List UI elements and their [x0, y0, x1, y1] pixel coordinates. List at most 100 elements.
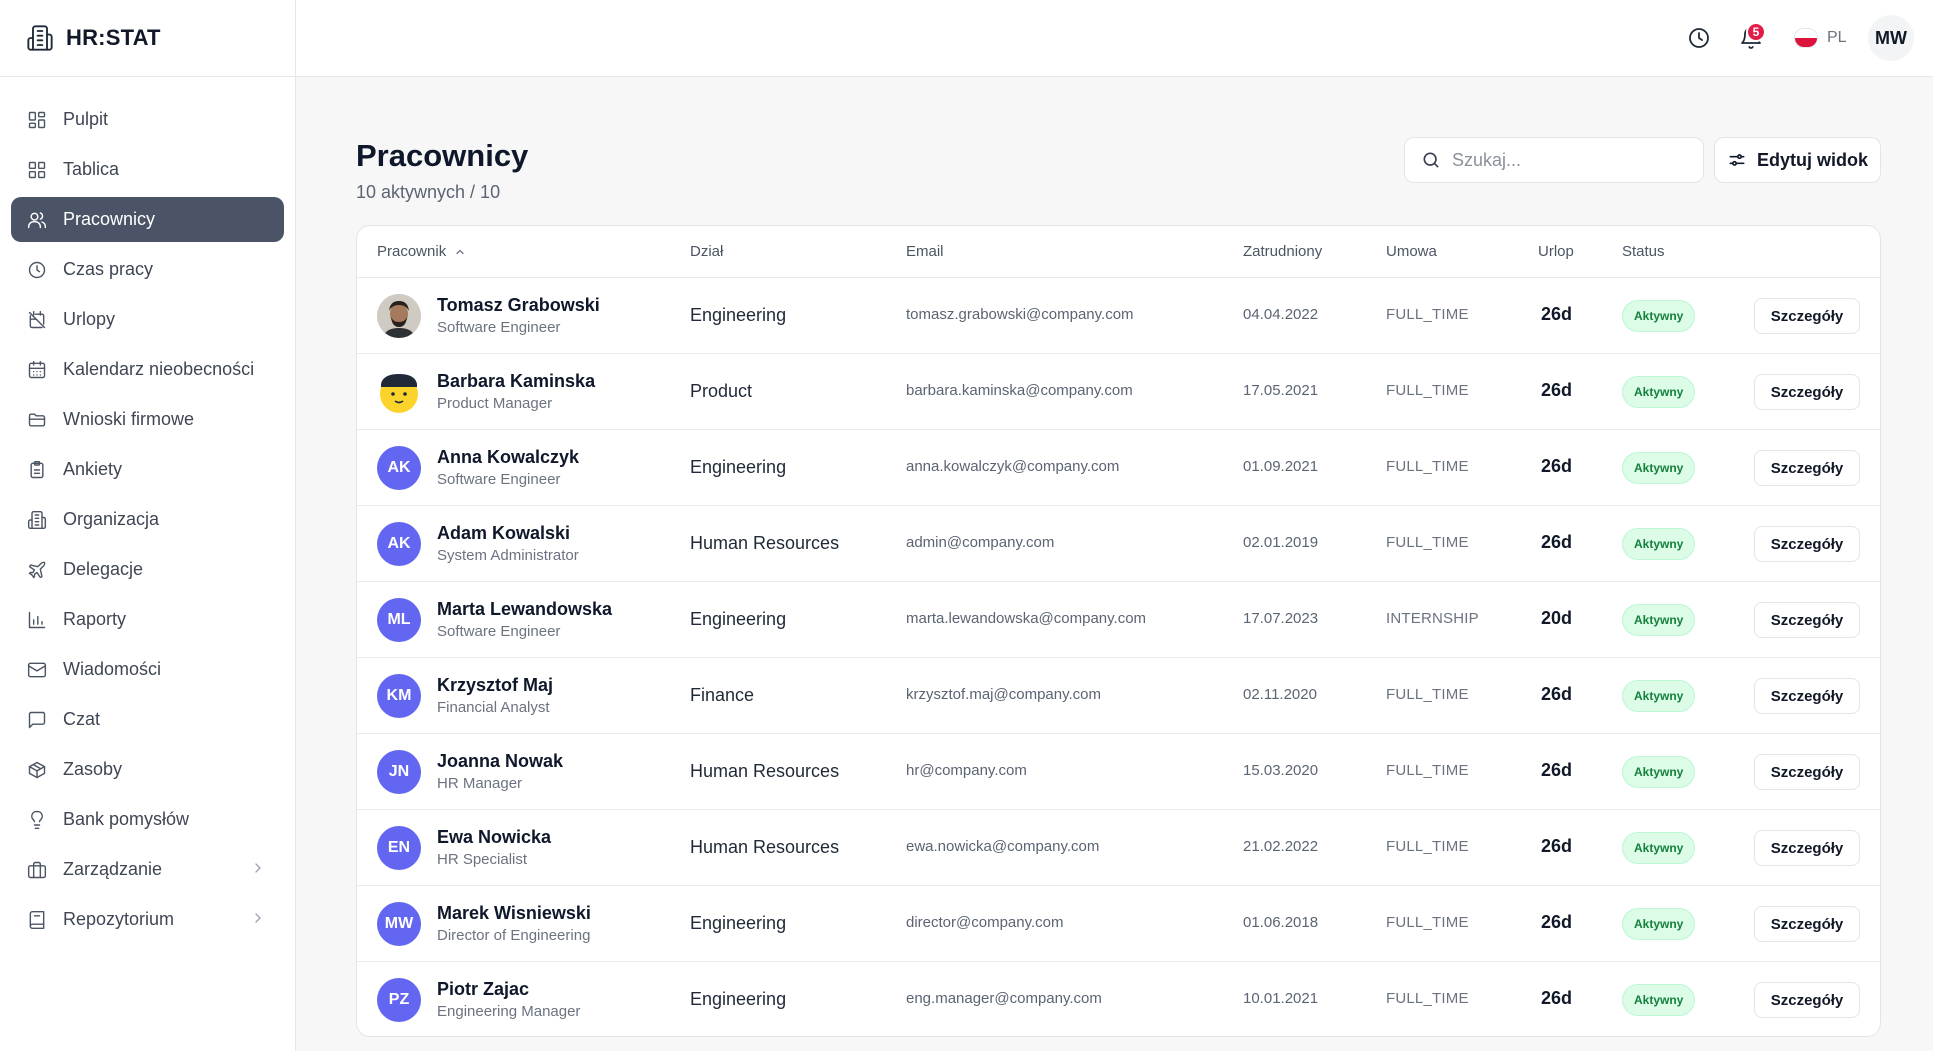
employee-name[interactable]: Krzysztof Maj: [437, 675, 553, 696]
details-button[interactable]: Szczegóły: [1754, 982, 1860, 1018]
employee-email: director@company.com: [906, 914, 1064, 931]
details-button[interactable]: Szczegóły: [1754, 298, 1860, 334]
sidebar-item-lightbulb[interactable]: Bank pomysłów: [11, 797, 284, 842]
sidebar-item-bar-chart[interactable]: Raporty: [11, 597, 284, 642]
chevron-right-icon[interactable]: [250, 860, 266, 876]
employee-contract: FULL_TIME: [1386, 990, 1469, 1007]
details-button[interactable]: Szczegóły: [1754, 830, 1860, 866]
employee-role: HR Manager: [437, 775, 523, 792]
employee-leave: 26d: [1541, 532, 1573, 552]
table-header: Pracownik Dział Email Zatrudniony Umowa …: [357, 226, 1880, 278]
table-row[interactable]: AK Adam Kowalski System Administrator Human…: [357, 506, 1880, 582]
employee-name[interactable]: Joanna Nowak: [437, 751, 563, 772]
sidebar-item-clock[interactable]: Czas pracy: [11, 247, 284, 292]
employee-avatar-emoji: [377, 370, 421, 414]
status-badge: Aktywny: [1622, 376, 1696, 408]
search-box[interactable]: [1404, 137, 1704, 183]
person-photo-icon: [377, 294, 421, 338]
sidebar-item-dashboard[interactable]: Pulpit: [11, 97, 284, 142]
sidebar-item-label: Ankiety: [63, 459, 123, 479]
employee-role: Director of Engineering: [437, 927, 591, 944]
users-icon: [27, 211, 47, 228]
table-row[interactable]: JN Joanna Nowak HR Manager Human Resources h…: [357, 734, 1880, 810]
status-badge: Aktywny: [1622, 984, 1696, 1016]
calendar-off-icon: [28, 310, 46, 328]
details-button[interactable]: Szczegóły: [1754, 906, 1860, 942]
employee-email: eng.manager@company.com: [906, 990, 1102, 1007]
employee-name[interactable]: Anna Kowalczyk: [437, 447, 579, 468]
employee-name[interactable]: Ewa Nowicka: [437, 827, 551, 848]
chevron-right-icon[interactable]: [250, 910, 266, 926]
employee-leave: 26d: [1541, 912, 1573, 932]
details-button[interactable]: Szczegóły: [1754, 450, 1860, 486]
status-badge: Aktywny: [1622, 604, 1696, 636]
table-row[interactable]: AK Anna Kowalczyk Software Engineer Enginee…: [357, 430, 1880, 506]
sidebar-item-briefcase[interactable]: Zarządzanie: [11, 847, 284, 892]
sidebar-item-package[interactable]: Zasoby: [11, 747, 284, 792]
board-icon: [28, 161, 46, 178]
employee-contract: FULL_TIME: [1386, 914, 1469, 931]
search-input[interactable]: [1452, 149, 1692, 171]
employee-hired-date: 04.04.2022: [1243, 306, 1319, 323]
table-row[interactable]: PZ Piotr Zajac Engineering Manager Engineer…: [357, 962, 1880, 1036]
employee-name[interactable]: Marek Wisniewski: [437, 903, 591, 924]
search-icon: [1423, 152, 1439, 168]
column-header-email[interactable]: Email: [906, 243, 944, 260]
table-row[interactable]: MW Marek Wisniewski Director of Engineerin…: [357, 886, 1880, 962]
sidebar-item-chat[interactable]: Czat: [11, 697, 284, 742]
table-row[interactable]: KM Krzysztof Maj Financial Analyst Finance k…: [357, 658, 1880, 734]
table-row[interactable]: Barbara Kaminska Product Manager Product ba…: [357, 354, 1880, 430]
employee-name[interactable]: Piotr Zajac: [437, 979, 529, 1000]
details-button[interactable]: Szczegóły: [1754, 374, 1860, 410]
employee-avatar: ML: [377, 598, 421, 642]
employee-avatar: PZ: [377, 978, 421, 1022]
employee-email: krzysztof.maj@company.com: [906, 686, 1101, 703]
column-header-status[interactable]: Status: [1622, 243, 1665, 260]
column-header-department[interactable]: Dział: [690, 243, 723, 260]
brand-name: HR:STAT: [66, 25, 161, 50]
employee-name[interactable]: Marta Lewandowska: [437, 599, 612, 620]
column-header-leave[interactable]: Urlop: [1538, 243, 1574, 260]
table-row[interactable]: ML Marta Lewandowska Software Engineer Engi…: [357, 582, 1880, 658]
sidebar-item-plane[interactable]: Delegacje: [11, 547, 284, 592]
sidebar-item-board[interactable]: Tablica: [11, 147, 284, 192]
sidebar-item-calendar[interactable]: Kalendarz nieobecności: [11, 347, 284, 392]
book-icon: [29, 910, 45, 929]
chat-icon: [28, 711, 46, 728]
sidebar-item-mail[interactable]: Wiadomości: [11, 647, 284, 692]
sidebar-item-users[interactable]: Pracownicy: [11, 197, 284, 242]
sidebar-item-folder[interactable]: Wnioski firmowe: [11, 397, 284, 442]
edit-view-button[interactable]: Edytuj widok: [1714, 137, 1881, 183]
building-icon: [27, 510, 47, 529]
details-button[interactable]: Szczegóły: [1754, 678, 1860, 714]
employee-name[interactable]: Barbara Kaminska: [437, 371, 595, 392]
column-header-hired[interactable]: Zatrudniony: [1243, 243, 1322, 260]
details-button[interactable]: Szczegóły: [1754, 754, 1860, 790]
table-row[interactable]: Tomasz Grabowski Software Engineer Enginee…: [357, 278, 1880, 354]
column-header-employee[interactable]: Pracownik: [377, 243, 466, 260]
clock-icon[interactable]: [1687, 26, 1711, 50]
employee-name[interactable]: Tomasz Grabowski: [437, 295, 600, 316]
sidebar-item-book[interactable]: Repozytorium: [11, 897, 284, 942]
sidebar-item-calendar-off[interactable]: Urlopy: [11, 297, 284, 342]
brand[interactable]: HR:STAT: [0, 0, 295, 77]
page-title: Pracownicy: [356, 138, 529, 173]
employee-hired-date: 17.07.2023: [1243, 610, 1319, 627]
sidebar-item-clipboard[interactable]: Ankiety: [11, 447, 284, 492]
details-button[interactable]: Szczegóły: [1754, 526, 1860, 562]
mail-icon: [27, 662, 47, 677]
employee-contract: FULL_TIME: [1386, 686, 1469, 703]
column-header-contract[interactable]: Umowa: [1386, 243, 1437, 260]
user-avatar[interactable]: MW: [1868, 15, 1914, 61]
employee-department: Human Resources: [690, 533, 840, 553]
employee-avatar: AK: [377, 446, 421, 490]
employee-hired-date: 02.11.2020: [1243, 686, 1317, 703]
table-row[interactable]: EN Ewa Nowicka HR Specialist Human Resource…: [357, 810, 1880, 886]
employee-name[interactable]: Adam Kowalski: [437, 523, 570, 544]
employee-contract: FULL_TIME: [1386, 458, 1469, 475]
employee-hired-date: 02.01.2019: [1243, 534, 1319, 551]
employee-department: Engineering: [690, 609, 787, 629]
details-button[interactable]: Szczegóły: [1754, 602, 1860, 638]
language-switcher[interactable]: PL: [1794, 26, 1847, 50]
sidebar-item-building[interactable]: Organizacja: [11, 497, 284, 542]
